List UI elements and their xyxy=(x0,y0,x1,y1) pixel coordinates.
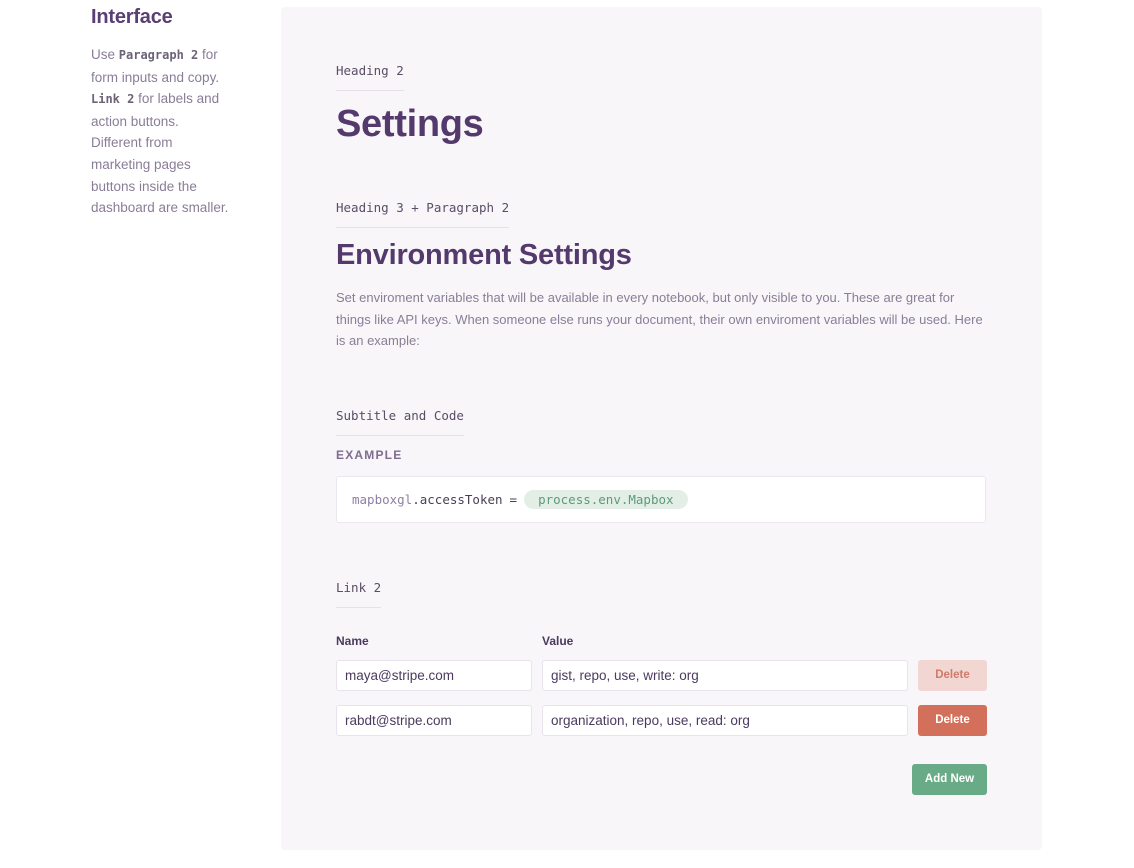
sidebar-text-1: Use xyxy=(91,47,116,62)
code-example: mapboxgl .accessToken = process.env.Mapbox xyxy=(336,476,986,523)
sidebar-title: Interface xyxy=(91,6,173,28)
code-operator: = xyxy=(509,492,518,507)
code-object: mapboxgl xyxy=(352,492,413,507)
label-link-2: Link 2 xyxy=(336,580,382,608)
code-property: .accessToken xyxy=(412,492,503,507)
example-subtitle: EXAMPLE xyxy=(336,448,403,462)
label-subtitle-code: Subtitle and Code xyxy=(336,408,464,436)
env-value-field[interactable] xyxy=(542,660,908,691)
code-env-value: process.env.Mapbox xyxy=(524,490,688,509)
settings-panel: Heading 2 Settings Heading 3 + Paragraph… xyxy=(281,7,1042,850)
sidebar-text-3: for labels and action buttons. Different… xyxy=(91,91,229,216)
add-new-button[interactable]: Add New xyxy=(912,764,987,795)
sidebar-description: Use Paragraph 2 for form inputs and copy… xyxy=(91,44,231,219)
section-description: Set enviroment variables that will be av… xyxy=(336,290,983,349)
page-title: Settings xyxy=(336,103,484,145)
label-heading-3: Heading 3 + Paragraph 2 xyxy=(336,200,510,228)
sidebar-code-link: Link 2 xyxy=(91,92,135,107)
env-name-field[interactable] xyxy=(336,660,532,691)
value-column-header: Value xyxy=(542,634,574,648)
sidebar: Interface Use Paragraph 2 for form input… xyxy=(91,6,231,219)
env-name-field[interactable] xyxy=(336,705,532,736)
label-heading-2: Heading 2 xyxy=(336,63,404,91)
delete-button[interactable]: Delete xyxy=(918,705,987,736)
name-column-header: Name xyxy=(336,634,369,648)
section-title: Environment Settings xyxy=(336,239,632,271)
sidebar-code-paragraph: Paragraph 2 xyxy=(118,48,199,62)
delete-button[interactable]: Delete xyxy=(918,660,987,691)
env-value-field[interactable] xyxy=(542,705,908,736)
